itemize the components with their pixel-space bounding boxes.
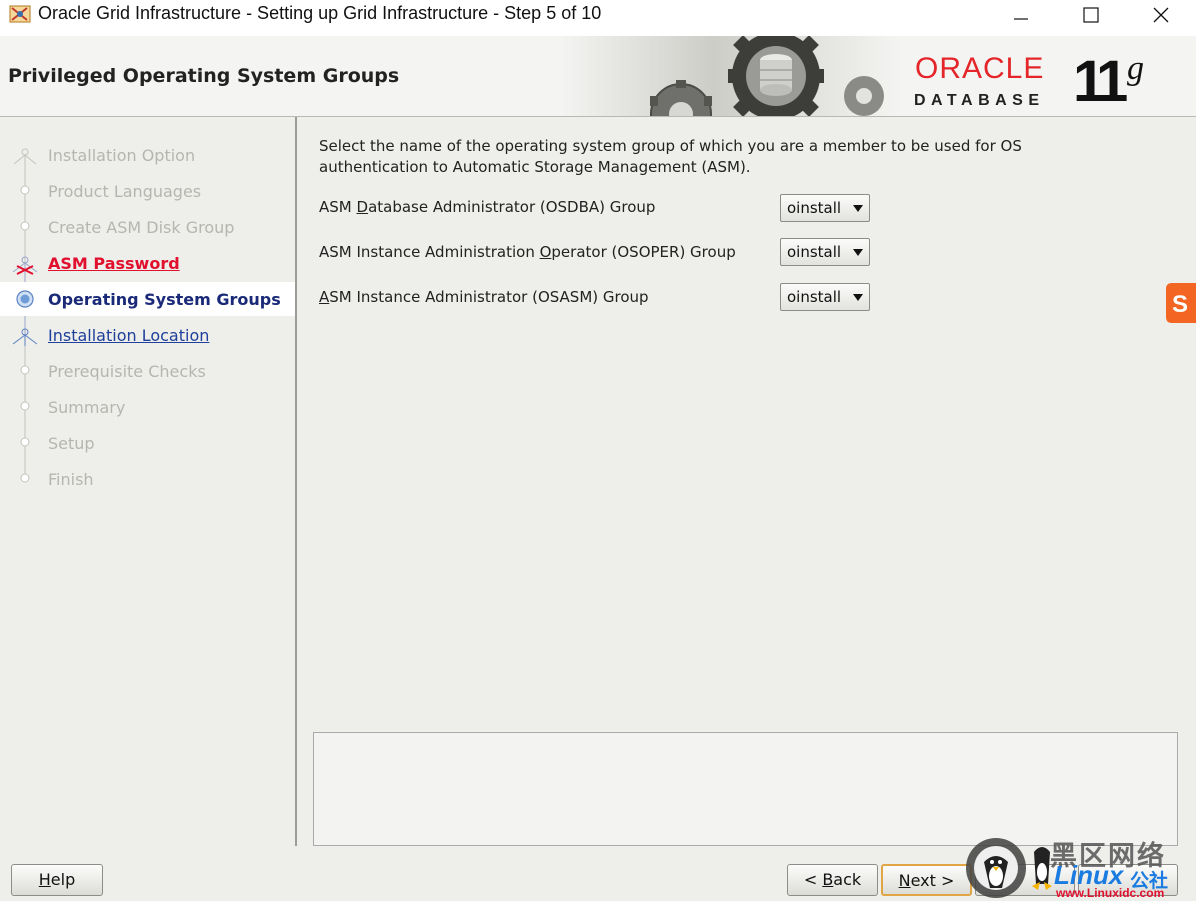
linuxidc-watermark: 黑区网络 Linux 公社 www.Linuxidc.com — [962, 832, 1196, 901]
step-create-asm-disk-group: Create ASM Disk Group — [48, 218, 235, 237]
step-operating-system-groups: Operating System Groups — [48, 290, 281, 309]
back-button[interactable]: < Back — [787, 864, 878, 896]
page-header: Privileged Operating System Groups ORACL… — [0, 36, 1196, 117]
current-step-icon — [16, 290, 34, 308]
step-setup: Setup — [48, 434, 95, 453]
step-dot-icon — [20, 365, 30, 375]
step-dot-icon — [20, 437, 30, 447]
version-suffix: g — [1127, 50, 1144, 87]
main-content: Select the name of the operating system … — [297, 117, 1196, 846]
minimize-icon — [1014, 18, 1028, 20]
step-dot-icon — [20, 473, 30, 483]
minimize-button[interactable] — [986, 0, 1056, 30]
osdba-group-select[interactable]: oinstall — [780, 194, 870, 222]
dropdown-arrow-icon — [853, 205, 863, 212]
step-installation-location[interactable]: Installation Location — [48, 326, 209, 345]
completed-step-icon — [13, 148, 37, 166]
svg-text:S: S — [1172, 291, 1188, 318]
close-button[interactable] — [1126, 0, 1196, 30]
osoper-group-label: ASM Instance Administration Operator (OS… — [319, 243, 736, 261]
version-number: 11 — [1073, 49, 1128, 114]
oracle-logo-text: ORACLE — [915, 52, 1045, 85]
step-dot-icon — [20, 185, 30, 195]
sogou-ime-icon[interactable]: S — [1166, 283, 1196, 323]
step-installation-option: Installation Option — [48, 146, 196, 165]
page-title: Privileged Operating System Groups — [8, 65, 400, 87]
close-icon — [1153, 7, 1169, 23]
database-logo-text: DATABASE — [914, 92, 1045, 109]
watermark-url: www.Linuxidc.com — [1056, 886, 1165, 900]
step-summary: Summary — [48, 398, 126, 417]
dropdown-arrow-icon — [853, 249, 863, 256]
gears-database-graphic — [650, 36, 884, 116]
step-asm-password[interactable]: ASM Password — [48, 254, 180, 273]
dropdown-arrow-icon — [853, 294, 863, 301]
step-product-languages: Product Languages — [48, 182, 202, 201]
next-step-icon — [12, 328, 38, 346]
window-title: Oracle Grid Infrastructure - Setting up … — [38, 3, 602, 23]
next-button[interactable]: Next > — [881, 864, 972, 896]
maximize-icon — [1083, 7, 1099, 23]
step-dot-icon — [20, 401, 30, 411]
steps-sidebar: Installation Option Product Languages Cr… — [0, 117, 297, 846]
window-titlebar: Oracle Grid Infrastructure - Setting up … — [0, 0, 1196, 36]
maximize-button[interactable] — [1056, 0, 1126, 30]
step-prerequisite-checks: Prerequisite Checks — [48, 362, 206, 381]
osoper-group-select[interactable]: oinstall — [780, 238, 870, 266]
message-pane — [313, 732, 1178, 846]
oracle-installer-app-icon — [9, 5, 31, 23]
error-step-icon — [12, 256, 38, 275]
step-dot-icon — [20, 221, 30, 231]
step-finish: Finish — [48, 470, 94, 489]
osasm-group-label: ASM Instance Administrator (OSASM) Group — [319, 288, 649, 306]
osdba-group-label: ASM Database Administrator (OSDBA) Group — [319, 198, 656, 216]
osasm-group-select[interactable]: oinstall — [780, 283, 870, 311]
instructions-text: Select the name of the operating system … — [319, 137, 1022, 176]
help-button[interactable]: Help — [11, 864, 103, 896]
